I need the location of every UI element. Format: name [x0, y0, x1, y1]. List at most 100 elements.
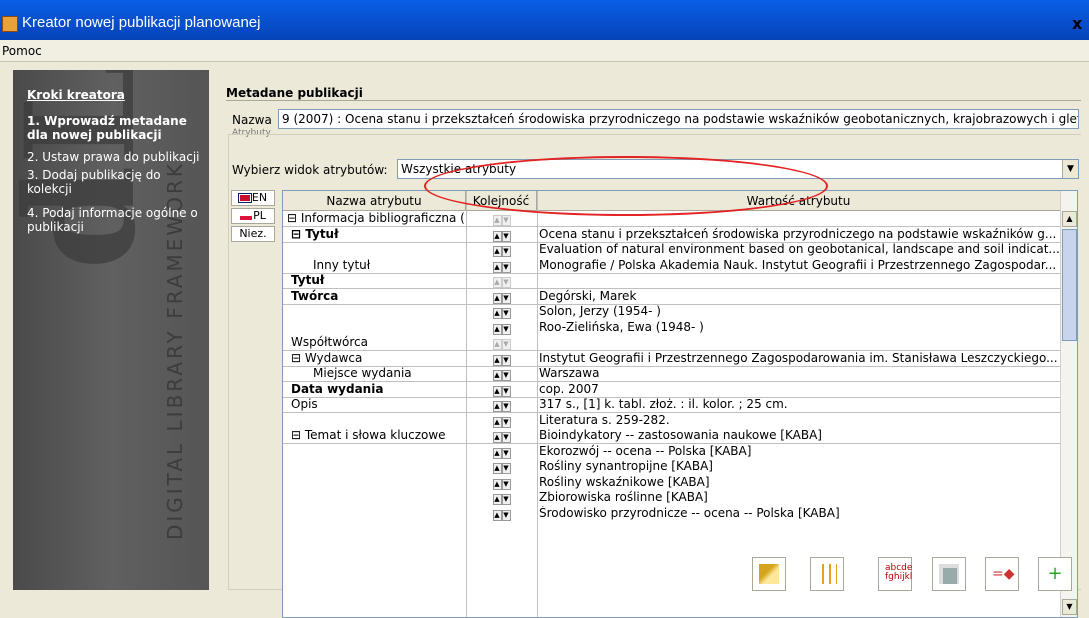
table-row[interactable]: ▲ ▼ Evaluation of natural environment base…: [283, 242, 1061, 257]
table-row[interactable]: ▲ ▼ Roo-Zielińska, Ewa (1948- ): [283, 320, 1061, 335]
table-row[interactable]: ▲ ▼ Literatura s. 259-282.: [283, 413, 1061, 428]
menu-help[interactable]: Pomoc: [2, 44, 42, 58]
attribute-value-cell[interactable]: Solon, Jerzy (1954- ): [537, 304, 1059, 319]
attribute-value-cell[interactable]: Instytut Geografii i Przestrzennego Zago…: [537, 351, 1059, 366]
move-up-icon[interactable]: ▲: [492, 292, 502, 304]
attribute-value-cell[interactable]: [537, 273, 1059, 288]
move-down-icon[interactable]: ▼: [501, 478, 511, 490]
attribute-value-cell[interactable]: Monografie / Polska Akademia Nauk. Insty…: [537, 258, 1059, 273]
step-1[interactable]: 1. Wprowadź metadane dla nowej publikacj…: [27, 114, 207, 142]
table-row[interactable]: Data wydania ▲ ▼ cop. 2007: [283, 382, 1061, 397]
table-row[interactable]: ▲ ▼ Środowisko przyrodnicze -- ocena -- Po…: [283, 506, 1061, 521]
move-down-icon[interactable]: ▼: [501, 215, 511, 226]
lang-none-button[interactable]: Niez.: [231, 226, 275, 242]
attribute-value-cell[interactable]: Bioindykatory -- zastosowania naukowe [K…: [537, 428, 1059, 443]
attribute-value-cell[interactable]: 317 s., [1] k. tabl. złoż. : il. kolor. …: [537, 397, 1059, 412]
move-up-icon[interactable]: ▲: [492, 478, 502, 490]
attribute-value-cell[interactable]: Rośliny synantropijne [KABA]: [537, 459, 1059, 474]
attribute-value-cell[interactable]: Degórski, Marek: [537, 289, 1059, 304]
move-up-icon[interactable]: ▲: [492, 385, 502, 397]
table-row[interactable]: Inny tytuł ▲ ▼ Monografie / Polska Akademia…: [283, 258, 1061, 273]
move-down-icon[interactable]: ▼: [501, 261, 511, 273]
move-down-icon[interactable]: ▼: [501, 447, 511, 459]
move-down-icon[interactable]: ▼: [501, 246, 511, 257]
move-down-icon[interactable]: ▼: [501, 292, 511, 304]
move-down-icon[interactable]: ▼: [501, 339, 511, 350]
table-row[interactable]: ▲ ▼ Ekorozwój -- ocena -- Polska [KABA]: [283, 444, 1061, 459]
attribute-value-cell[interactable]: Warszawa: [537, 366, 1059, 381]
move-up-icon[interactable]: ▲: [492, 246, 502, 257]
attribute-value-cell[interactable]: Roo-Zielińska, Ewa (1948- ): [537, 320, 1059, 335]
name-input[interactable]: 9 (2007) : Ocena stanu i przekształceń ś…: [278, 109, 1079, 129]
table-row[interactable]: Współtwórca ▲ ▼: [283, 335, 1061, 350]
scroll-up-icon[interactable]: ▲: [1062, 211, 1077, 227]
move-up-icon[interactable]: ▲: [492, 494, 502, 505]
move-down-icon[interactable]: ▼: [501, 416, 511, 428]
attributes-grid[interactable]: Nazwa atrybutu Kolejność Wartość atrybut…: [282, 190, 1078, 618]
broom-button[interactable]: [752, 557, 786, 591]
table-row[interactable]: Miejsce wydania ▲ ▼ Warszawa: [283, 366, 1061, 381]
move-up-icon[interactable]: ▲: [492, 416, 502, 428]
close-button[interactable]: x: [1072, 14, 1082, 33]
chevron-down-icon[interactable]: ▼: [1062, 160, 1078, 178]
move-up-icon[interactable]: ▲: [492, 463, 502, 474]
move-down-icon[interactable]: ▼: [501, 277, 511, 288]
move-up-icon[interactable]: ▲: [492, 509, 502, 521]
move-down-icon[interactable]: ▼: [501, 370, 511, 381]
lang-pl-button[interactable]: PL: [231, 208, 275, 224]
move-up-icon[interactable]: ▲: [492, 401, 502, 412]
attribute-value-cell[interactable]: Ekorozwój -- ocena -- Polska [KABA]: [537, 444, 1059, 459]
attribute-value-cell[interactable]: Zbiorowiska roślinne [KABA]: [537, 490, 1059, 505]
move-down-icon[interactable]: ▼: [501, 432, 511, 443]
move-up-icon[interactable]: ▲: [492, 215, 502, 226]
move-up-icon[interactable]: ▲: [492, 308, 502, 319]
move-up-icon[interactable]: ▲: [492, 261, 502, 273]
move-down-icon[interactable]: ▼: [501, 323, 511, 335]
move-up-icon[interactable]: ▲: [492, 432, 502, 443]
equals-eraser-button[interactable]: =◆: [985, 557, 1019, 591]
attribute-value-cell[interactable]: [537, 335, 1059, 350]
attribute-value-cell[interactable]: Evaluation of natural environment based …: [537, 242, 1059, 257]
move-down-icon[interactable]: ▼: [501, 385, 511, 397]
table-row[interactable]: ⊟ Tytuł ▲ ▼ Ocena stanu i przekształceń śro…: [283, 227, 1061, 242]
table-row[interactable]: Twórca ▲ ▼ Degórski, Marek: [283, 289, 1061, 304]
move-up-icon[interactable]: ▲: [492, 277, 502, 288]
table-row[interactable]: ▲ ▼ Rośliny wskaźnikowe [KABA]: [283, 475, 1061, 490]
move-down-icon[interactable]: ▼: [501, 463, 511, 474]
move-down-icon[interactable]: ▼: [501, 354, 511, 366]
scroll-thumb[interactable]: [1062, 229, 1077, 341]
step-3[interactable]: 3. Dodaj publikację do kolekcji: [27, 168, 207, 196]
add-row-button[interactable]: +: [1038, 557, 1072, 591]
table-row[interactable]: ▲ ▼ Solon, Jerzy (1954- ): [283, 304, 1061, 319]
attribute-value-cell[interactable]: Literatura s. 259-282.: [537, 413, 1059, 428]
move-up-icon[interactable]: ▲: [492, 447, 502, 459]
attribute-value-cell[interactable]: Ocena stanu i przekształceń środowiska p…: [537, 227, 1059, 242]
attribute-value-cell[interactable]: cop. 2007: [537, 382, 1059, 397]
move-up-icon[interactable]: ▲: [492, 354, 502, 366]
table-row[interactable]: ⊟ Wydawca ▲ ▼ Instytut Geografii i Przestrz…: [283, 351, 1061, 366]
move-down-icon[interactable]: ▼: [501, 401, 511, 412]
move-down-icon[interactable]: ▼: [501, 230, 511, 242]
table-row[interactable]: ▲ ▼ Rośliny synantropijne [KABA]: [283, 459, 1061, 474]
step-4[interactable]: 4. Podaj informacje ogólne o publikacji: [27, 206, 207, 234]
move-up-icon[interactable]: ▲: [492, 323, 502, 335]
grid-scrollbar[interactable]: ▲ ▼: [1060, 191, 1077, 617]
step-2[interactable]: 2. Ustaw prawa do publikacji: [27, 150, 207, 164]
move-up-icon[interactable]: ▲: [492, 230, 502, 242]
spellcheck-button[interactable]: abcde fghijkl: [878, 557, 912, 591]
move-up-icon[interactable]: ▲: [492, 370, 502, 381]
table-row[interactable]: ⊟ Temat i słowa kluczowe ▲ ▼ Bioindykatory …: [283, 428, 1061, 443]
move-down-icon[interactable]: ▼: [501, 308, 511, 319]
move-up-icon[interactable]: ▲: [492, 339, 502, 350]
columns-button[interactable]: [810, 557, 844, 591]
attribute-value-cell[interactable]: Rośliny wskaźnikowe [KABA]: [537, 475, 1059, 490]
table-row[interactable]: Opis ▲ ▼ 317 s., [1] k. tabl. złoż. : il. k…: [283, 397, 1061, 412]
attribute-value-cell[interactable]: Środowisko przyrodnicze -- ocena -- Pols…: [537, 506, 1059, 521]
move-down-icon[interactable]: ▼: [501, 494, 511, 505]
table-row[interactable]: Tytuł ▲ ▼: [283, 273, 1061, 288]
lang-en-button[interactable]: EN: [231, 190, 275, 206]
scroll-down-icon[interactable]: ▼: [1062, 599, 1077, 615]
copy-button[interactable]: [932, 557, 966, 591]
move-down-icon[interactable]: ▼: [501, 509, 511, 521]
table-row[interactable]: ▲ ▼ Zbiorowiska roślinne [KABA]: [283, 490, 1061, 505]
